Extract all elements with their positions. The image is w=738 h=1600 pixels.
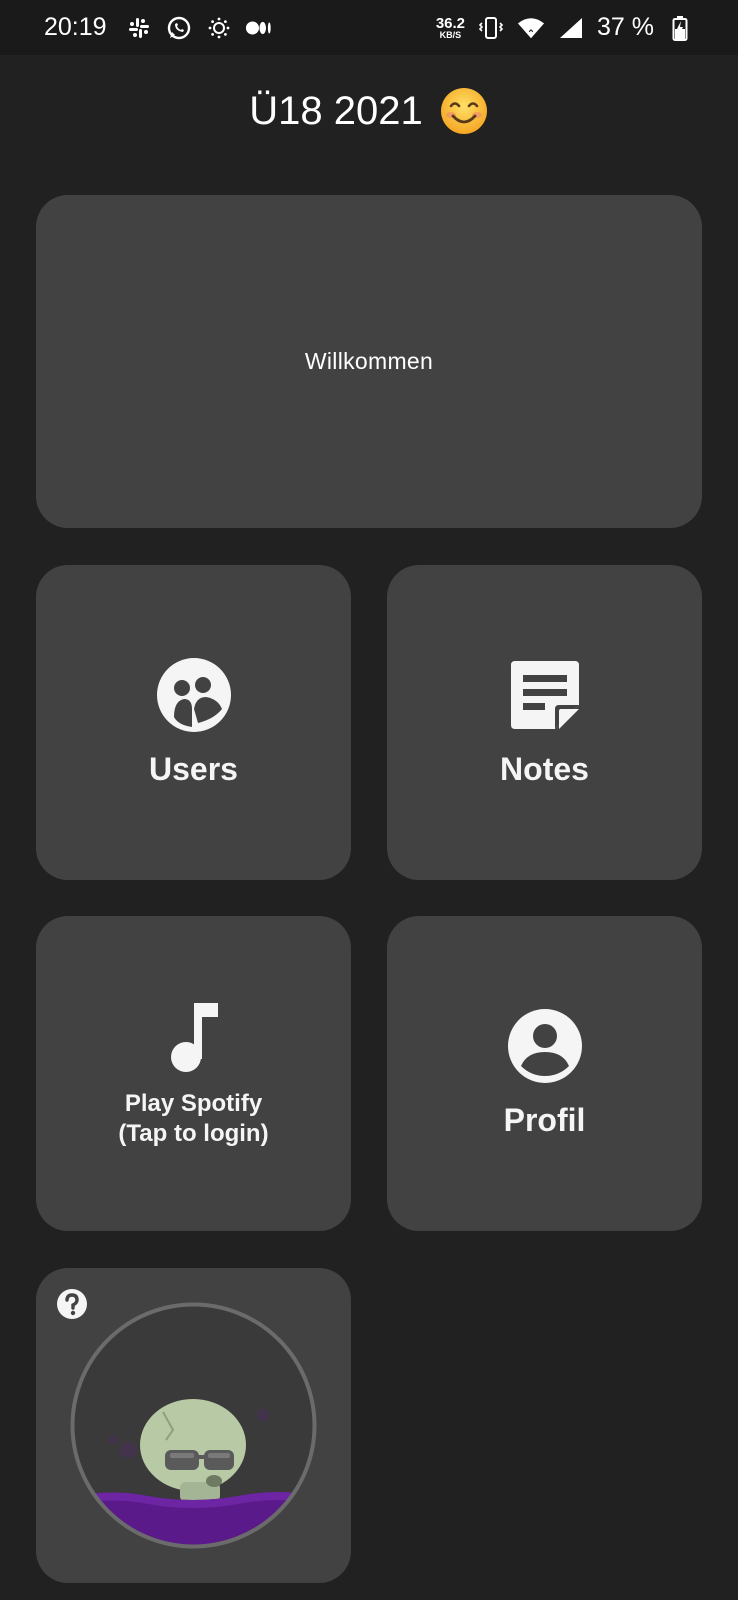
wifi-icon: [517, 14, 545, 42]
slack-icon: [125, 14, 153, 42]
account-circle-icon: [507, 1009, 582, 1083]
users-label: Users: [149, 751, 238, 787]
notes-label: Notes: [500, 751, 589, 787]
spotify-label-line2: (Tap to login): [118, 1119, 269, 1147]
notes-button[interactable]: Notes: [387, 565, 702, 880]
page-title: Ü18 2021: [249, 88, 423, 133]
music-note-icon: [170, 1003, 218, 1073]
sun-icon: [205, 14, 233, 42]
status-bar-right: 36.2 KB/S 37 %: [436, 13, 694, 42]
welcome-card[interactable]: Willkommen: [36, 195, 702, 528]
status-bar: 20:19 36.2 KB/S 37 %: [0, 0, 738, 55]
status-time: 20:19: [44, 13, 107, 41]
note-icon: [510, 661, 579, 729]
welcome-label: Willkommen: [304, 348, 434, 374]
users-button[interactable]: Users: [36, 565, 351, 880]
whatsapp-icon: [165, 14, 193, 42]
medium-icon: [245, 14, 273, 42]
spotify-label: Play Spotify (Tap to login): [118, 1089, 268, 1148]
status-bar-left: 20:19: [44, 13, 273, 42]
network-speed-value: 36.2: [435, 14, 466, 32]
game-card[interactable]: [36, 1268, 351, 1583]
play-spotify-button[interactable]: Play Spotify (Tap to login): [36, 916, 351, 1231]
network-speed-unit: KB/S: [439, 29, 462, 40]
group-icon: [156, 658, 231, 732]
battery-charging-icon: [666, 14, 694, 42]
profil-button[interactable]: Profil: [387, 916, 702, 1231]
app-title: Ü18 2021: [0, 86, 738, 136]
skull-cauldron-illustration: [70, 1302, 317, 1549]
network-speed: 36.2 KB/S: [436, 16, 465, 40]
smiling-face-emoji-icon: [440, 88, 487, 134]
profil-label: Profil: [503, 1102, 586, 1138]
battery-percent: 37 %: [597, 13, 654, 41]
spotify-label-line1: Play Spotify: [124, 1090, 263, 1118]
vibrate-icon: [477, 14, 505, 42]
cell-signal-icon: [557, 14, 585, 42]
